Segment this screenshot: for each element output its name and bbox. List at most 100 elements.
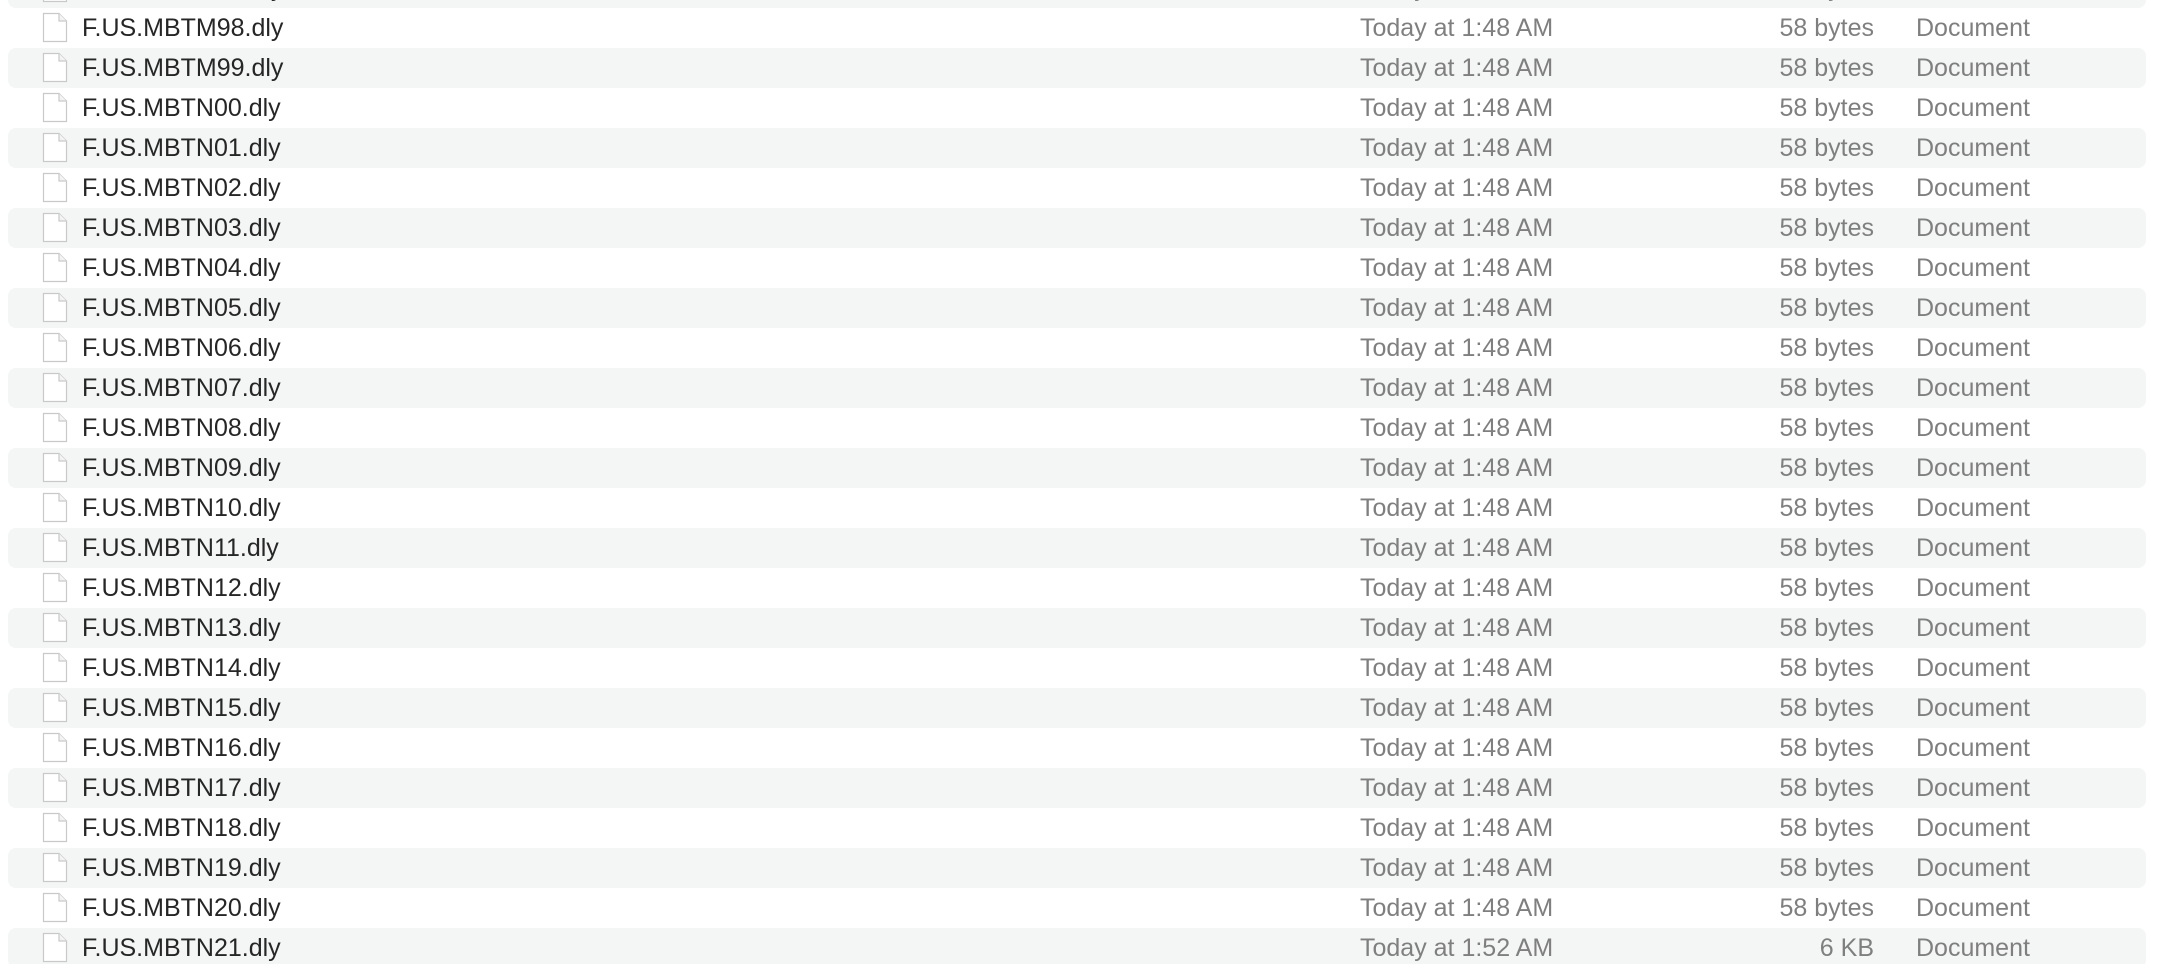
file-name: F.US.MBTM99.dly bbox=[82, 54, 284, 82]
file-size: 58 bytes bbox=[1779, 534, 1874, 562]
document-icon bbox=[42, 332, 68, 363]
file-row[interactable]: F.US.MBTN19.dly Today at 1:48 AM 58 byte… bbox=[8, 848, 2146, 888]
document-icon bbox=[42, 612, 68, 643]
file-row[interactable]: F.US.MBTN06.dly Today at 1:48 AM 58 byte… bbox=[8, 328, 2146, 368]
file-kind: Document bbox=[1916, 254, 2030, 282]
file-row[interactable]: F.US.MBTN21.dly Today at 1:52 AM 6 KB Do… bbox=[8, 928, 2146, 964]
date-modified: Today at 1:48 AM bbox=[1360, 0, 1553, 8]
file-name: F.US.MBTM97.dly bbox=[82, 0, 283, 8]
file-row[interactable]: F.US.MBTN08.dly Today at 1:48 AM 58 byte… bbox=[8, 408, 2146, 448]
date-modified: Today at 1:48 AM bbox=[1360, 254, 1554, 282]
file-row[interactable]: F.US.MBTN12.dly Today at 1:48 AM 58 byte… bbox=[8, 568, 2146, 608]
file-kind: Document bbox=[1916, 574, 2030, 602]
document-icon bbox=[42, 852, 68, 883]
file-size: 58 bytes bbox=[1779, 654, 1874, 682]
document-icon bbox=[42, 372, 68, 403]
file-size: 58 bytes bbox=[1779, 614, 1874, 642]
file-row[interactable]: F.US.MBTN10.dly Today at 1:48 AM 58 byte… bbox=[8, 488, 2146, 528]
file-kind: Document bbox=[1916, 654, 2030, 682]
file-row[interactable]: F.US.MBTN07.dly Today at 1:48 AM 58 byte… bbox=[8, 368, 2146, 408]
file-name: F.US.MBTN05.dly bbox=[82, 294, 281, 322]
document-icon bbox=[42, 252, 68, 283]
document-icon bbox=[42, 452, 68, 483]
file-row[interactable]: F.US.MBTN03.dly Today at 1:48 AM 58 byte… bbox=[8, 208, 2146, 248]
date-modified: Today at 1:48 AM bbox=[1360, 54, 1554, 82]
date-modified: Today at 1:48 AM bbox=[1360, 814, 1554, 842]
date-modified: Today at 1:48 AM bbox=[1360, 894, 1554, 922]
file-row[interactable]: F.US.MBTN01.dly Today at 1:48 AM 58 byte… bbox=[8, 128, 2146, 168]
file-kind: Document bbox=[1916, 774, 2030, 802]
file-row[interactable]: F.US.MBTN02.dly Today at 1:48 AM 58 byte… bbox=[8, 168, 2146, 208]
date-modified: Today at 1:48 AM bbox=[1360, 14, 1554, 42]
file-row[interactable]: F.US.MBTN11.dly Today at 1:48 AM 58 byte… bbox=[8, 528, 2146, 568]
file-name: F.US.MBTN10.dly bbox=[82, 494, 281, 522]
file-row[interactable]: F.US.MBTN05.dly Today at 1:48 AM 58 byte… bbox=[8, 288, 2146, 328]
file-kind: Document bbox=[1916, 0, 2030, 8]
file-name: F.US.MBTN01.dly bbox=[82, 134, 281, 162]
file-row[interactable]: F.US.MBTN14.dly Today at 1:48 AM 58 byte… bbox=[8, 648, 2146, 688]
file-kind: Document bbox=[1916, 334, 2030, 362]
file-size: 58 bytes bbox=[1779, 854, 1874, 882]
file-size: 58 bytes bbox=[1779, 334, 1874, 362]
file-row[interactable]: F.US.MBTN04.dly Today at 1:48 AM 58 byte… bbox=[8, 248, 2146, 288]
file-size: 58 bytes bbox=[1779, 294, 1874, 322]
file-size: 58 bytes bbox=[1779, 174, 1874, 202]
file-kind: Document bbox=[1916, 294, 2030, 322]
file-kind: Document bbox=[1916, 94, 2030, 122]
document-icon bbox=[42, 732, 68, 763]
file-size: 58 bytes bbox=[1779, 414, 1874, 442]
file-size: 58 bytes bbox=[1779, 54, 1874, 82]
date-modified: Today at 1:48 AM bbox=[1360, 734, 1554, 762]
file-kind: Document bbox=[1916, 174, 2030, 202]
file-row[interactable]: F.US.MBTM99.dly Today at 1:48 AM 58 byte… bbox=[8, 48, 2146, 88]
file-name: F.US.MBTM98.dly bbox=[82, 14, 284, 42]
date-modified: Today at 1:48 AM bbox=[1360, 614, 1554, 642]
file-size: 58 bytes bbox=[1779, 374, 1874, 402]
file-row[interactable]: F.US.MBTN20.dly Today at 1:48 AM 58 byte… bbox=[8, 888, 2146, 928]
file-kind: Document bbox=[1916, 134, 2030, 162]
file-kind: Document bbox=[1916, 534, 2030, 562]
document-icon bbox=[42, 572, 68, 603]
document-icon bbox=[42, 532, 68, 563]
date-modified: Today at 1:48 AM bbox=[1360, 454, 1554, 482]
file-name: F.US.MBTN12.dly bbox=[82, 574, 281, 602]
document-icon bbox=[42, 932, 68, 963]
file-row[interactable]: F.US.MBTM97.dly Today at 1:48 AM 58 byte… bbox=[8, 0, 2146, 8]
date-modified: Today at 1:52 AM bbox=[1360, 934, 1554, 962]
date-modified: Today at 1:48 AM bbox=[1360, 494, 1554, 522]
file-name: F.US.MBTN06.dly bbox=[82, 334, 281, 362]
date-modified: Today at 1:48 AM bbox=[1360, 534, 1554, 562]
file-kind: Document bbox=[1916, 734, 2030, 762]
date-modified: Today at 1:48 AM bbox=[1360, 214, 1554, 242]
date-modified: Today at 1:48 AM bbox=[1360, 574, 1554, 602]
file-size: 58 bytes bbox=[1779, 14, 1874, 42]
file-size: 58 bytes bbox=[1779, 214, 1874, 242]
file-size: 58 bytes bbox=[1779, 774, 1874, 802]
file-kind: Document bbox=[1916, 934, 2030, 962]
file-row[interactable]: F.US.MBTN18.dly Today at 1:48 AM 58 byte… bbox=[8, 808, 2146, 848]
file-name: F.US.MBTN07.dly bbox=[82, 374, 281, 402]
file-name: F.US.MBTN19.dly bbox=[82, 854, 281, 882]
file-size: 58 bytes bbox=[1779, 0, 1874, 8]
file-name: F.US.MBTN08.dly bbox=[82, 414, 281, 442]
file-size: 58 bytes bbox=[1779, 94, 1874, 122]
file-size: 58 bytes bbox=[1779, 454, 1874, 482]
file-row[interactable]: F.US.MBTN15.dly Today at 1:48 AM 58 byte… bbox=[8, 688, 2146, 728]
file-name: F.US.MBTN17.dly bbox=[82, 774, 281, 802]
document-icon bbox=[42, 12, 68, 43]
file-name: F.US.MBTN02.dly bbox=[82, 174, 281, 202]
date-modified: Today at 1:48 AM bbox=[1360, 94, 1554, 122]
file-row[interactable]: F.US.MBTM98.dly Today at 1:48 AM 58 byte… bbox=[8, 8, 2146, 48]
file-row[interactable]: F.US.MBTN09.dly Today at 1:48 AM 58 byte… bbox=[8, 448, 2146, 488]
file-kind: Document bbox=[1916, 214, 2030, 242]
file-kind: Document bbox=[1916, 614, 2030, 642]
date-modified: Today at 1:48 AM bbox=[1360, 134, 1554, 162]
file-row[interactable]: F.US.MBTN16.dly Today at 1:48 AM 58 byte… bbox=[8, 728, 2146, 768]
date-modified: Today at 1:48 AM bbox=[1360, 654, 1554, 682]
file-row[interactable]: F.US.MBTN00.dly Today at 1:48 AM 58 byte… bbox=[8, 88, 2146, 128]
file-row[interactable]: F.US.MBTN17.dly Today at 1:48 AM 58 byte… bbox=[8, 768, 2146, 808]
document-icon bbox=[42, 92, 68, 123]
file-size: 58 bytes bbox=[1779, 574, 1874, 602]
document-icon bbox=[42, 292, 68, 323]
file-row[interactable]: F.US.MBTN13.dly Today at 1:48 AM 58 byte… bbox=[8, 608, 2146, 648]
